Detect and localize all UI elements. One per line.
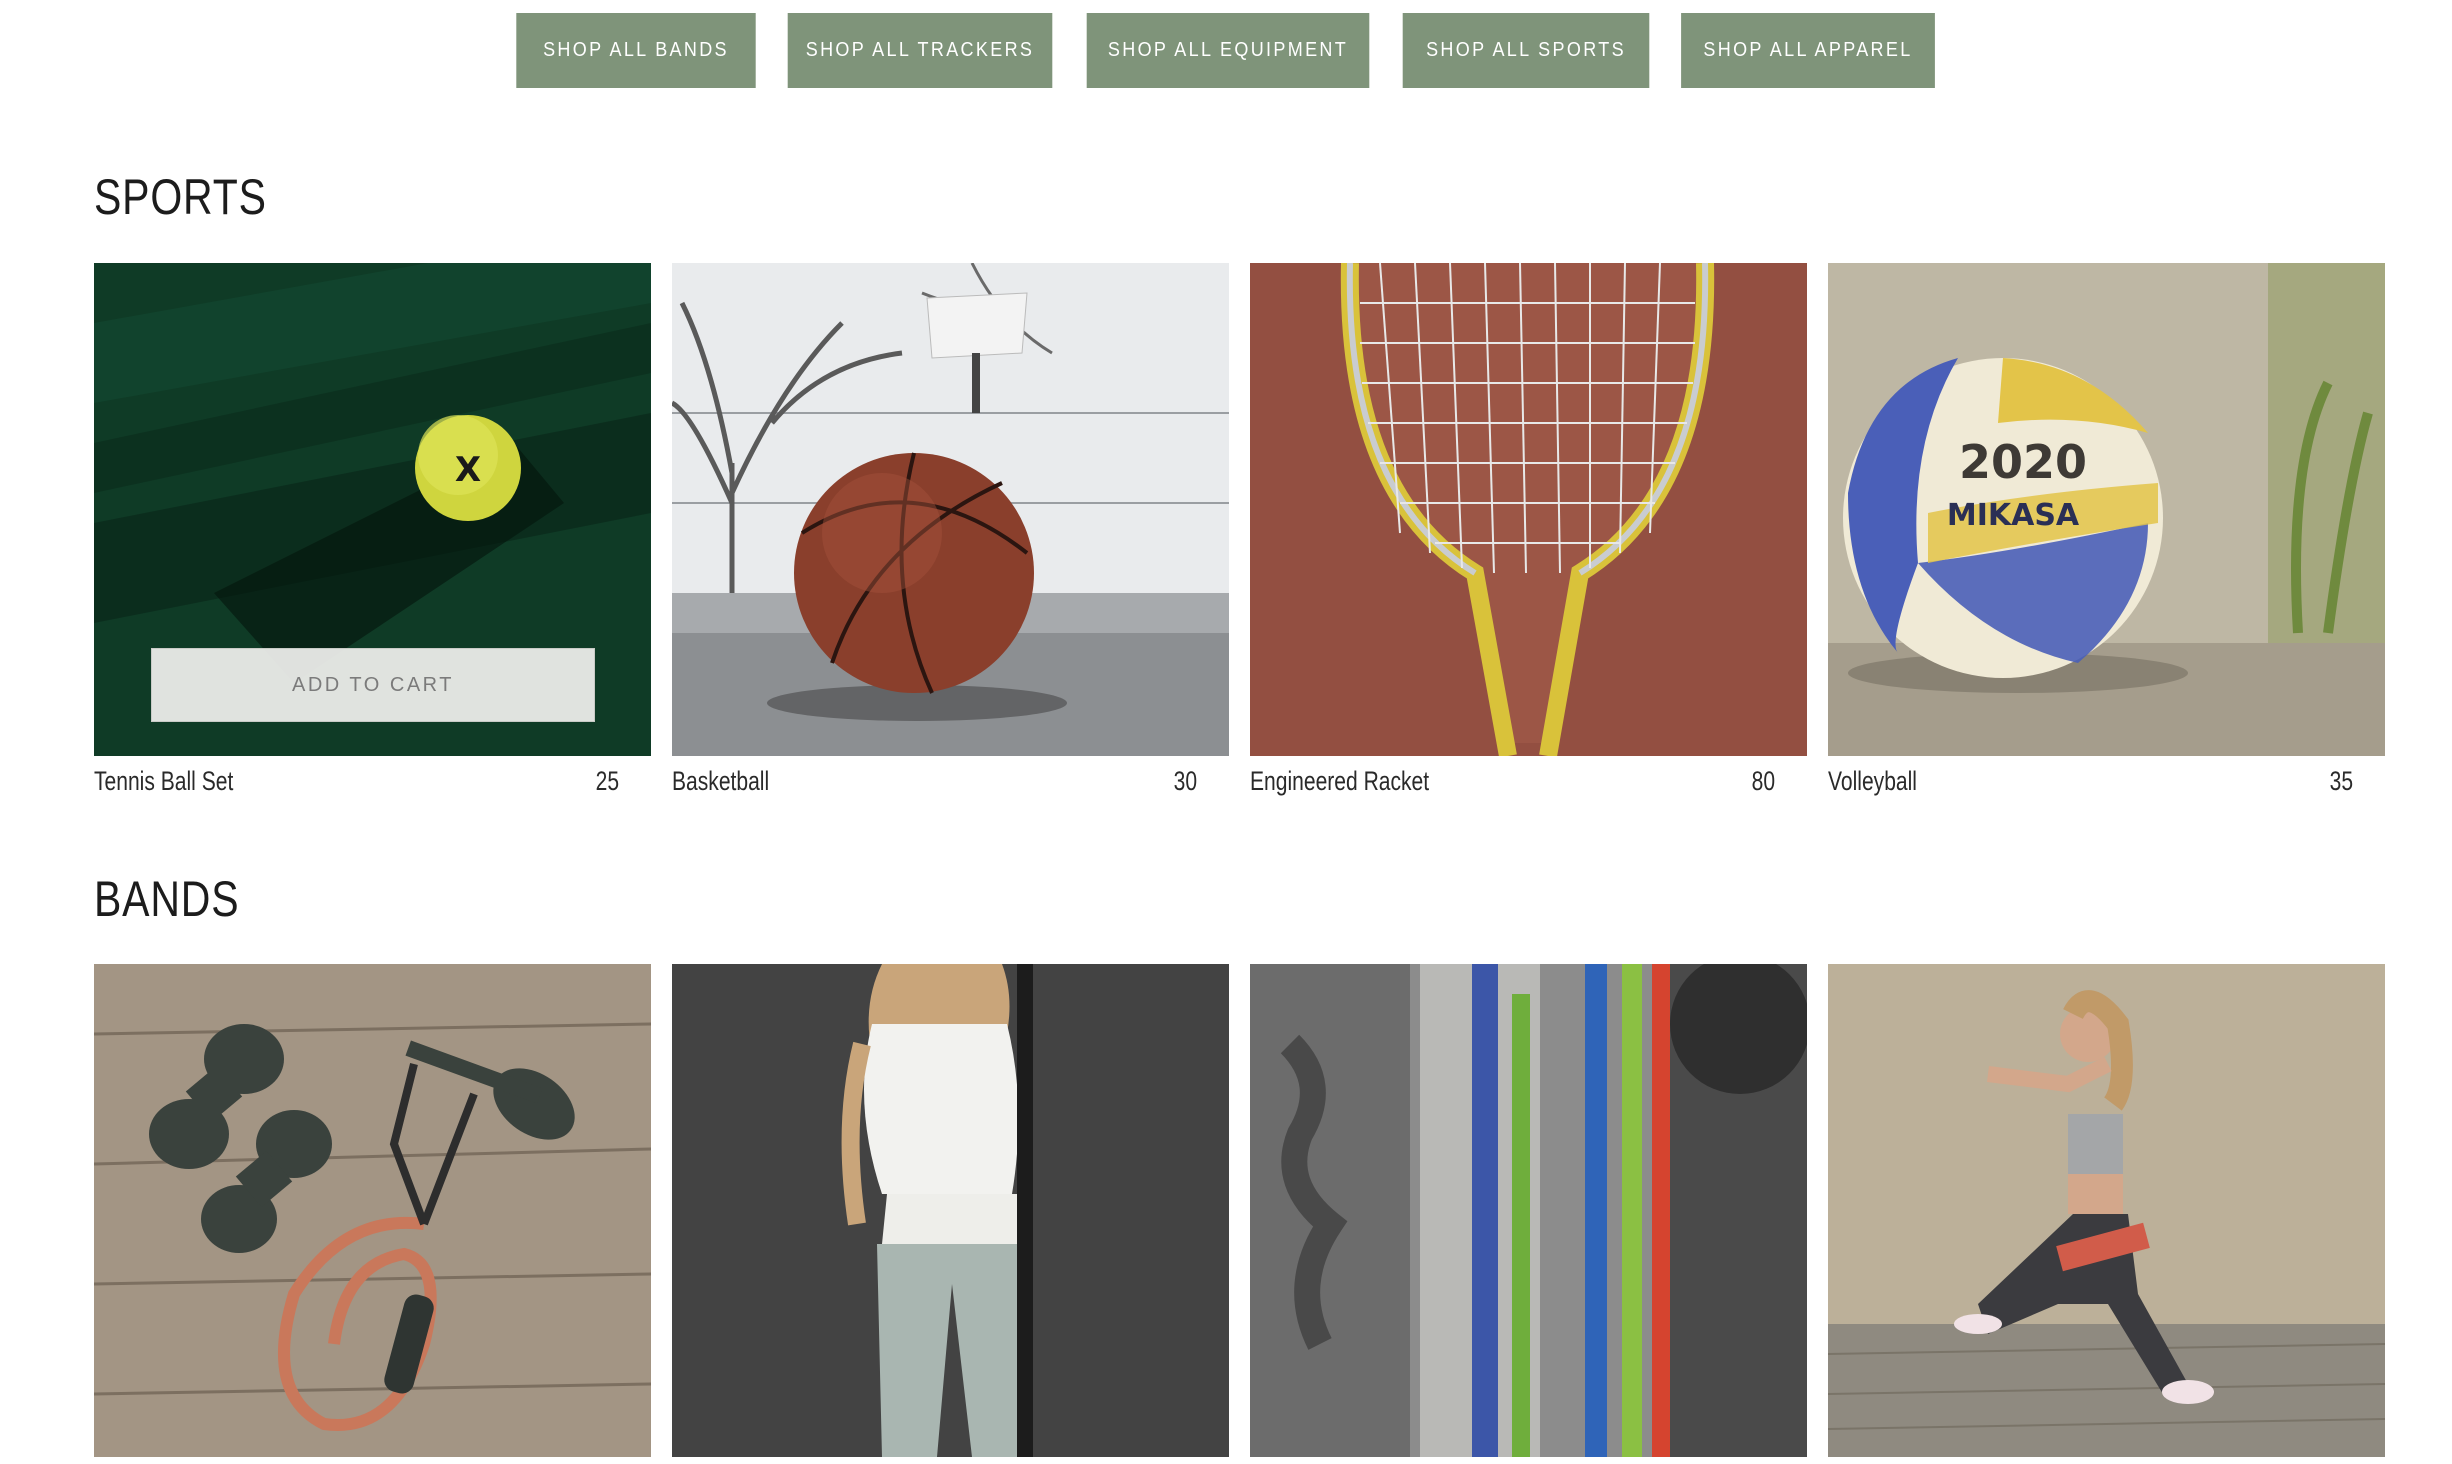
bands-section-title: BANDS (94, 871, 240, 927)
product-price: 30 (1173, 766, 1197, 796)
add-to-cart-button[interactable]: ADD TO CART (151, 648, 595, 722)
product-card-tennis-ball-set[interactable]: X ADD TO CART Tennis Ball Set 25 (94, 263, 651, 797)
woman-holding-band-photo[interactable] (672, 964, 1229, 1457)
product-price: 35 (2329, 766, 2353, 796)
page: SHOP ALL BANDS SHOP ALL TRACKERS SHOP AL… (0, 0, 2452, 1464)
bands-product-grid (94, 964, 2385, 1457)
tennis-ball-photo[interactable]: X ADD TO CART (94, 263, 651, 756)
product-meta: Engineered Racket 80 (1250, 766, 1807, 797)
product-meta: Volleyball 35 (1828, 766, 2385, 797)
product-price: 25 (595, 766, 619, 796)
product-name[interactable]: Volleyball (1828, 766, 1917, 797)
shop-nav: SHOP ALL BANDS SHOP ALL TRACKERS SHOP AL… (0, 13, 2452, 88)
product-card-band-4[interactable] (1828, 964, 2385, 1457)
svg-text:2020: 2020 (1959, 435, 2087, 489)
product-card-basketball[interactable]: Basketball 30 (672, 263, 1229, 797)
svg-text:X: X (455, 450, 481, 490)
woman-squat-with-band-photo[interactable] (1828, 964, 2385, 1457)
product-meta: Tennis Ball Set 25 (94, 766, 651, 797)
svg-text:MIKASA: MIKASA (1947, 498, 2080, 533)
shop-all-sports-button[interactable]: SHOP ALL SPORTS (1402, 13, 1650, 88)
product-name[interactable]: Engineered Racket (1250, 766, 1429, 797)
shop-all-bands-button[interactable]: SHOP ALL BANDS (516, 13, 756, 88)
volleyball-photo[interactable]: 2020 MIKASA (1828, 263, 2385, 756)
product-card-band-2[interactable] (672, 964, 1229, 1457)
product-name[interactable]: Tennis Ball Set (94, 766, 233, 797)
dumbbells-and-resistance-band-photo[interactable] (94, 964, 651, 1457)
sports-product-grid: X ADD TO CART Tennis Ball Set 25 Basketb… (94, 263, 2385, 797)
basketball-photo[interactable] (672, 263, 1229, 756)
shop-all-apparel-button[interactable]: SHOP ALL APPAREL (1681, 13, 1935, 88)
hanging-colored-bands-photo[interactable] (1250, 964, 1807, 1457)
shop-all-trackers-button[interactable]: SHOP ALL TRACKERS (787, 13, 1053, 88)
product-card-volleyball[interactable]: 2020 MIKASA Volleyball 35 (1828, 263, 2385, 797)
shop-all-equipment-button[interactable]: SHOP ALL EQUIPMENT (1086, 13, 1370, 88)
product-card-band-3[interactable] (1250, 964, 1807, 1457)
product-card-band-1[interactable] (94, 964, 651, 1457)
sports-section-title: SPORTS (94, 169, 267, 225)
product-name[interactable]: Basketball (672, 766, 769, 797)
product-card-engineered-racket[interactable]: Engineered Racket 80 (1250, 263, 1807, 797)
product-meta: Basketball 30 (672, 766, 1229, 797)
tennis-racket-photo[interactable] (1250, 263, 1807, 756)
product-price: 80 (1751, 766, 1775, 796)
